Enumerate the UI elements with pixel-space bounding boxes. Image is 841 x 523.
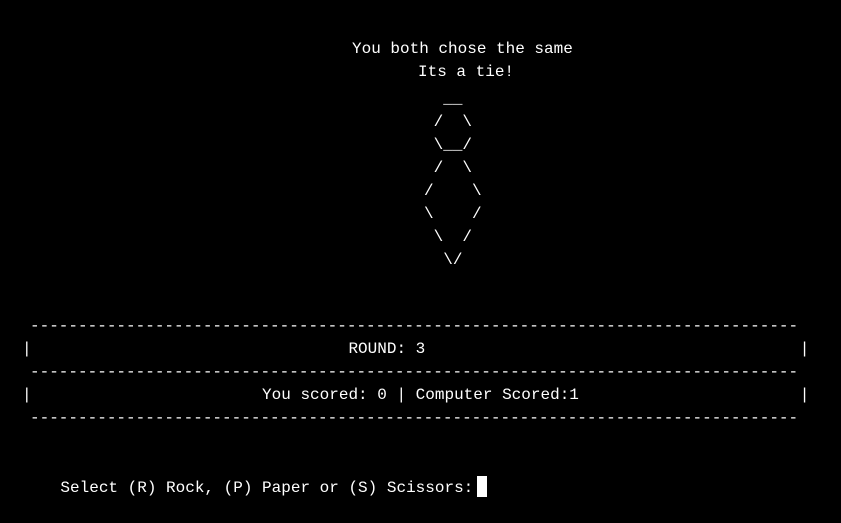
tie-message: Its a tie!: [418, 63, 515, 81]
terminal-window: You both chose the same Its a tie! __ / …: [0, 0, 841, 517]
input-prompt[interactable]: Select (R) Rock, (P) Paper or (S) Scisso…: [22, 453, 488, 497]
scoreboard-border-top: ----------------------------------------…: [30, 317, 799, 335]
result-message: You both chose the same: [352, 40, 573, 58]
scoreboard-border-middle: ----------------------------------------…: [30, 363, 799, 381]
scoreboard-border-bottom: ----------------------------------------…: [30, 409, 799, 427]
prompt-label: Select (R) Rock, (P) Paper or (S) Scisso…: [60, 479, 474, 497]
round-row: | ROUND: 3 |: [22, 340, 810, 358]
text-cursor[interactable]: [477, 476, 488, 497]
tie-ascii-art: __ / \ \__/ / \ / \ \ / \ / \/: [424, 90, 482, 269]
score-row: | You scored: 0 | Computer Scored:1 |: [22, 386, 810, 404]
